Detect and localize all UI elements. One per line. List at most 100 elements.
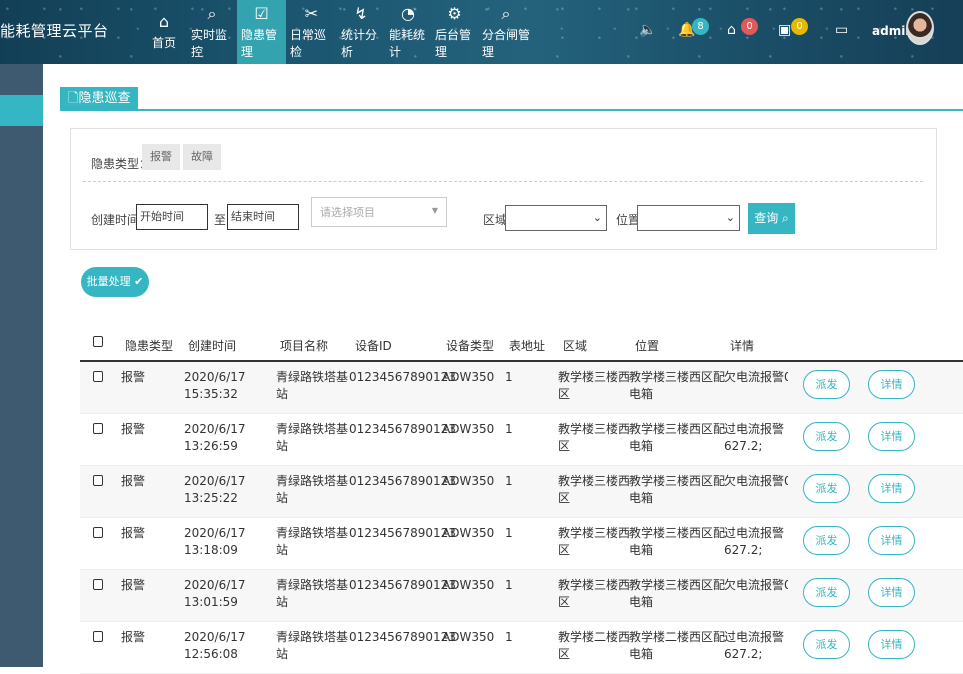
cell-detail: 过电流报警 627.2;	[724, 422, 785, 453]
divider	[83, 181, 923, 182]
cell-device-type: ADW350	[442, 370, 495, 384]
cell-type: 报警	[121, 578, 146, 592]
chevron-down-icon: ⌄	[592, 211, 602, 224]
row-checkbox[interactable]	[93, 475, 103, 486]
row-checkbox[interactable]	[93, 371, 103, 382]
hazard-table: 隐患类型 创建时间 项目名称 设备ID 设备类型 表地址 区域 位置 详情 报警…	[80, 328, 963, 674]
col-device-id: 设备ID	[355, 339, 392, 353]
cell-created: 2020/6/17 13:25:22	[184, 474, 246, 505]
detail-button[interactable]: 详情	[868, 578, 915, 607]
home-icon: ⌂	[158, 12, 170, 31]
check-icon: ✔	[130, 275, 144, 288]
area-label: 区域	[483, 213, 508, 227]
table-body: 报警 2020/6/17 15:35:32 青绿路铁塔基站 01234567890123…	[80, 362, 963, 674]
cell-device-id: 01234567890123	[349, 630, 456, 644]
cell-address: 1	[505, 630, 513, 644]
search-icon: ⌕	[778, 211, 789, 225]
main-content: 🗋隐患巡查 隐患类型： 报警 故障 创建时间 开始时间 至 结束时间 请选择项目…	[43, 64, 963, 674]
project-placeholder: 请选择项目	[320, 206, 375, 219]
home-badge: 0	[741, 18, 758, 35]
dispatch-button[interactable]: 派发	[803, 630, 850, 659]
batch-process-button[interactable]: 批量处理 ✔	[81, 267, 149, 297]
row-checkbox[interactable]	[93, 631, 103, 642]
cell-created: 2020/6/17 15:35:32	[184, 370, 246, 401]
cell-device-type: ADW350	[442, 474, 495, 488]
start-time-input[interactable]: 开始时间	[136, 204, 208, 230]
cell-created: 2020/6/17 13:01:59	[184, 578, 246, 609]
sidebar-item-selected[interactable]	[0, 95, 43, 126]
dispatch-button[interactable]: 派发	[803, 422, 850, 451]
area-select[interactable]: ⌄	[505, 205, 607, 231]
mail-icon[interactable]: ▣	[778, 22, 791, 38]
detail-button[interactable]: 详情	[868, 474, 915, 503]
cell-type: 报警	[121, 630, 146, 644]
nav-label: 能耗统计	[389, 27, 426, 59]
select-all-checkbox[interactable]	[93, 336, 103, 347]
nav-energy-stats[interactable]: ◔ 能耗统计	[385, 0, 431, 64]
dispatch-button[interactable]: 派发	[803, 474, 850, 503]
cell-device-type: ADW350	[442, 422, 495, 436]
cell-area: 教学楼三楼西区	[558, 526, 631, 557]
cell-device-type: ADW350	[442, 526, 495, 540]
cell-type: 报警	[121, 526, 146, 540]
chevron-down-icon: ⌄	[725, 211, 735, 224]
nav-statistics[interactable]: ↯ 统计分析	[337, 0, 385, 64]
screen-icon[interactable]: ▭	[835, 22, 848, 38]
table-row: 报警 2020/6/17 13:26:59 青绿路铁塔基站 01234567890123…	[80, 414, 963, 466]
home-alert-icon[interactable]: ⌂	[727, 22, 736, 38]
nav-switch-management[interactable]: ⌕ 分合闸管理	[478, 0, 534, 64]
nav-label: 日常巡检	[290, 27, 327, 59]
cell-project: 青绿路铁塔基站	[276, 526, 349, 557]
cell-device-id: 01234567890123	[349, 474, 456, 488]
dispatch-button[interactable]: 派发	[803, 370, 850, 399]
end-time-input[interactable]: 结束时间	[227, 204, 299, 230]
query-label: 查询	[754, 211, 779, 225]
detail-button[interactable]: 详情	[868, 422, 915, 451]
query-button[interactable]: 查询 ⌕	[748, 203, 795, 234]
row-checkbox[interactable]	[93, 423, 103, 434]
table-row: 报警 2020/6/17 13:18:09 青绿路铁塔基站 01234567890123…	[80, 518, 963, 570]
cell-position: 教学楼二楼西区配 电箱	[629, 630, 726, 661]
dispatch-button[interactable]: 派发	[803, 578, 850, 607]
to-label: 至	[214, 213, 227, 227]
table-header: 隐患类型 创建时间 项目名称 设备ID 设备类型 表地址 区域 位置 详情	[80, 328, 963, 362]
row-checkbox[interactable]	[93, 527, 103, 538]
avatar[interactable]	[906, 11, 934, 45]
cell-area: 教学楼三楼西区	[558, 474, 631, 505]
nav-label: 分合闸管理	[482, 27, 531, 59]
type-chip-alarm[interactable]: 报警	[142, 144, 180, 170]
cell-project: 青绿路铁塔基站	[276, 630, 349, 661]
nav-backend[interactable]: ⚙ 后台管理	[431, 0, 478, 64]
row-checkbox[interactable]	[93, 579, 103, 590]
dispatch-button[interactable]: 派发	[803, 526, 850, 555]
nav-home[interactable]: ⌂ 首页	[141, 0, 187, 64]
sidebar	[0, 64, 43, 667]
nav-label: 后台管理	[435, 27, 472, 59]
bell-badge: 8	[692, 18, 709, 35]
batch-label: 批量处理	[86, 275, 131, 288]
cell-position: 教学楼三楼西区配 电箱	[629, 474, 726, 505]
col-created: 创建时间	[188, 339, 237, 353]
cell-detail: 欠电流报警0:	[724, 474, 788, 488]
col-address: 表地址	[509, 339, 546, 353]
type-chip-fault[interactable]: 故障	[183, 144, 221, 170]
detail-button[interactable]: 详情	[868, 630, 915, 659]
created-time-label: 创建时间	[91, 213, 140, 227]
nav-hazard-management[interactable]: ☑ 隐患管理	[237, 0, 286, 64]
table-row: 报警 2020/6/17 13:25:22 青绿路铁塔基站 01234567890123…	[80, 466, 963, 518]
nav-realtime-monitor[interactable]: ⌕ 实时监控	[187, 0, 237, 64]
col-position: 位置	[635, 339, 660, 353]
detail-button[interactable]: 详情	[868, 370, 915, 399]
project-select[interactable]: 请选择项目 ▼	[311, 197, 447, 227]
cell-detail: 过电流报警 627.2;	[724, 526, 785, 557]
position-select[interactable]: ⌄	[637, 205, 740, 231]
detail-button[interactable]: 详情	[868, 526, 915, 555]
col-area: 区域	[563, 339, 588, 353]
switch-icon: ⌕	[501, 3, 511, 23]
nav-daily-inspection[interactable]: ✂ 日常巡检	[286, 0, 337, 64]
cell-type: 报警	[121, 370, 146, 384]
document-icon: 🗋	[68, 91, 79, 106]
col-project: 项目名称	[280, 339, 329, 353]
nav-label: 隐患管理	[241, 27, 278, 59]
volume-icon[interactable]: 🔈	[639, 22, 656, 38]
